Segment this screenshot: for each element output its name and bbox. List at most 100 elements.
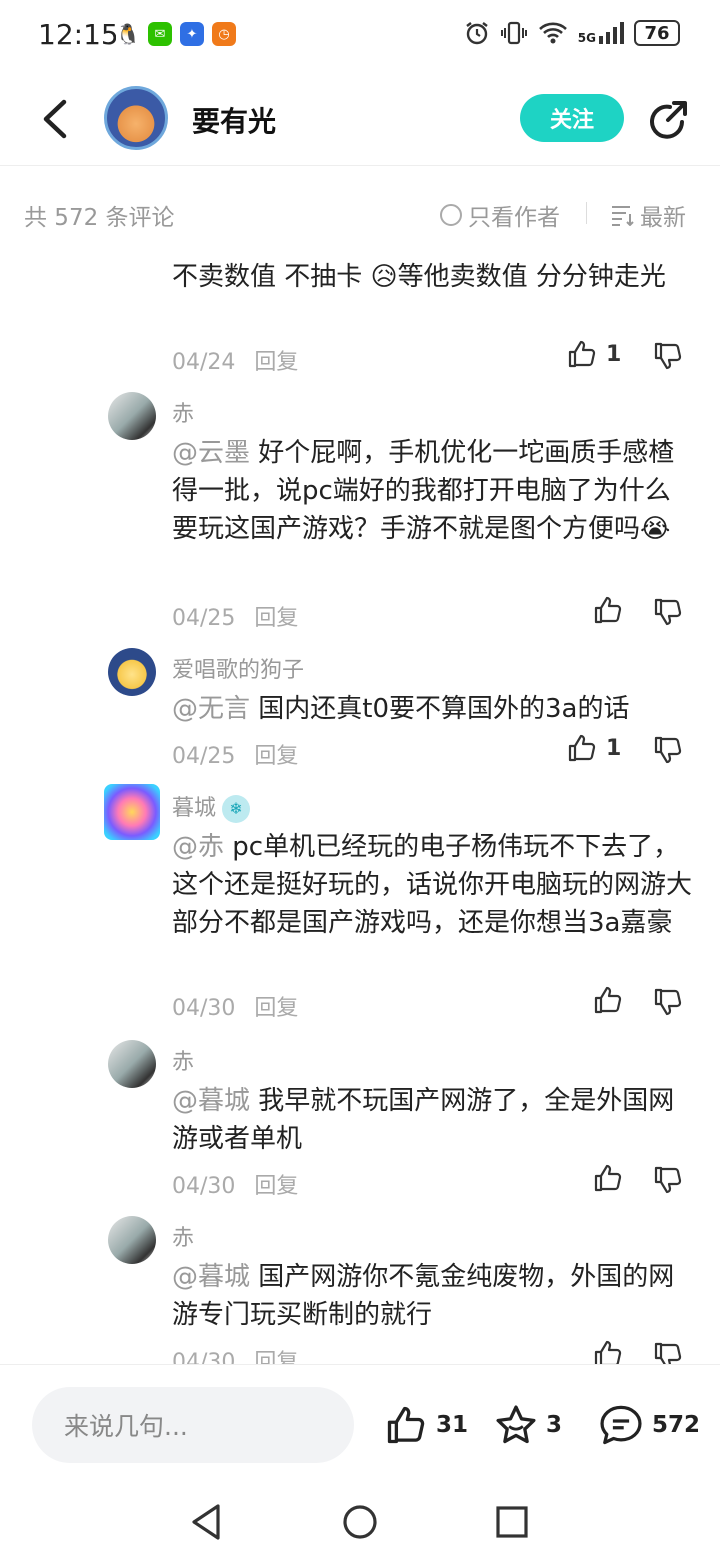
thumb-down-icon[interactable]	[652, 1340, 684, 1364]
comment-text: @暮城 我早就不玩国产网游了，全是外国网游或者单机	[172, 1082, 692, 1158]
filter-divider	[586, 202, 587, 224]
commenter-name[interactable]: 赤	[172, 396, 194, 428]
status-time: 12:15	[38, 18, 119, 51]
only-author-toggle[interactable]: 只看作者	[440, 198, 560, 232]
comment-count: 共 572 条评论	[24, 205, 175, 231]
share-button[interactable]	[646, 98, 690, 142]
comment-meta: 04/24 回复	[172, 344, 310, 376]
comment-date: 04/25	[172, 606, 236, 631]
qq-icon: 🐧	[115, 22, 141, 46]
comments-button[interactable]: 572	[598, 1403, 700, 1447]
avatar[interactable]	[104, 784, 160, 840]
author-name[interactable]: 要有光	[192, 100, 276, 140]
like-button[interactable]: 1	[566, 732, 621, 764]
like-count: 1	[606, 341, 622, 367]
status-right: 5G 76	[464, 20, 680, 46]
signal-icon	[599, 22, 624, 44]
only-author-label: 只看作者	[468, 205, 560, 231]
comment-filter-bar: 共 572 条评论 只看作者 最新	[0, 188, 720, 240]
like-button[interactable]	[592, 594, 632, 626]
avatar[interactable]	[108, 648, 156, 696]
mention[interactable]: @暮城	[172, 1262, 250, 1292]
level-badge-icon: ❄	[222, 795, 251, 823]
thumb-up-icon	[594, 596, 622, 624]
comment-date: 04/24	[172, 350, 236, 375]
mention[interactable]: @赤	[172, 832, 224, 862]
sort-label: 最新	[640, 205, 686, 231]
status-bar: 12:15 🐧 ✉ ✦ ◷ 5G 76	[0, 0, 720, 72]
comment-meta: 04/30 回复	[172, 1168, 310, 1200]
comment-body: 国内还真t0要不算国外的3a的话	[250, 694, 630, 724]
sort-toggle[interactable]: 最新	[610, 198, 686, 232]
wechat-icon: ✉	[148, 22, 172, 46]
follow-button[interactable]: 关注	[520, 94, 624, 142]
commenter-name[interactable]: 暮城 ❄	[172, 790, 251, 823]
avatar[interactable]	[108, 1216, 156, 1264]
post-like-button[interactable]: 31	[384, 1403, 468, 1447]
thumb-up-icon	[594, 986, 622, 1014]
mention[interactable]: @云墨	[172, 438, 250, 468]
status-app-icons: 🐧 ✉ ✦ ◷	[116, 22, 236, 46]
thumb-up-icon	[594, 1340, 622, 1364]
thumb-down-icon[interactable]	[652, 986, 684, 1018]
wifi-icon	[538, 22, 567, 44]
sort-icon	[612, 206, 634, 226]
thumb-up-icon	[387, 1406, 425, 1444]
thumb-down-icon[interactable]	[652, 596, 684, 628]
thumb-up-icon	[568, 340, 596, 368]
comment-list[interactable]: 不卖数值 不抽卡 😥等他卖数值 分分钟走光 04/24 回复 1 赤 @云墨 好…	[0, 250, 720, 1364]
author-avatar[interactable]	[104, 86, 168, 150]
comment-meta: 04/25 回复	[172, 600, 310, 632]
comment-date: 04/30	[172, 996, 236, 1021]
battery-indicator: 76	[634, 20, 680, 46]
thumb-down-icon[interactable]	[652, 1164, 684, 1196]
bottom-action-bar: 来说几句... 31 3 572	[0, 1364, 720, 1484]
star-icon	[496, 1405, 536, 1444]
avatar[interactable]	[108, 392, 156, 440]
commenter-name[interactable]: 爱唱歌的狗子	[172, 652, 304, 684]
like-button[interactable]	[592, 1162, 632, 1194]
avatar[interactable]	[108, 1040, 156, 1088]
reply-button[interactable]: 回复	[254, 1174, 298, 1199]
reply-button[interactable]: 回复	[254, 1350, 298, 1364]
like-count: 1	[606, 735, 622, 761]
like-button[interactable]	[592, 1338, 632, 1364]
thumb-up-icon	[594, 1164, 622, 1192]
alarm-icon	[466, 22, 488, 45]
thumb-down-icon[interactable]	[652, 340, 684, 372]
nav-recents-icon[interactable]	[495, 1505, 529, 1539]
clock-app-icon: ◷	[212, 22, 236, 46]
comment-date: 04/30	[172, 1350, 236, 1364]
comment-date: 04/30	[172, 1174, 236, 1199]
comment-bubble-icon	[600, 1405, 642, 1445]
network-type: 5G	[577, 31, 596, 45]
mention[interactable]: @无言	[172, 694, 250, 724]
thumb-up-icon	[568, 734, 596, 762]
mention[interactable]: @暮城	[172, 1086, 250, 1116]
back-button[interactable]	[36, 96, 76, 142]
comment-text: @暮城 国产网游你不氪金纯废物，外国的网游专门玩买断制的就行	[172, 1258, 692, 1334]
commenter-name[interactable]: 赤	[172, 1044, 194, 1076]
like-button[interactable]: 1	[566, 338, 621, 370]
comment-meta: 04/30 回复	[172, 990, 310, 1022]
favorite-button[interactable]: 3	[494, 1403, 562, 1447]
comment-text: @无言 国内还真t0要不算国外的3a的话	[172, 690, 692, 728]
reply-button[interactable]: 回复	[254, 996, 298, 1021]
nav-back-icon[interactable]	[188, 1502, 224, 1542]
favorite-count: 3	[546, 1412, 563, 1438]
comment-body: pc单机已经玩的电子杨伟玩不下去了，这个还是挺好玩的，话说你开电脑玩的网游大部分…	[172, 832, 693, 938]
comment-meta: 04/30 回复	[172, 1344, 310, 1364]
comment-date: 04/25	[172, 744, 236, 769]
bulb-app-icon: ✦	[180, 22, 204, 46]
post-like-count: 31	[436, 1412, 469, 1438]
system-nav-bar	[0, 1484, 720, 1560]
reply-button[interactable]: 回复	[254, 606, 298, 631]
thumb-down-icon[interactable]	[652, 734, 684, 766]
like-button[interactable]	[592, 984, 632, 1016]
commenter-name[interactable]: 赤	[172, 1220, 194, 1252]
vibrate-icon	[500, 21, 527, 45]
reply-button[interactable]: 回复	[254, 350, 298, 375]
comment-input[interactable]: 来说几句...	[32, 1387, 354, 1463]
nav-home-icon[interactable]	[341, 1503, 379, 1541]
reply-button[interactable]: 回复	[254, 744, 298, 769]
